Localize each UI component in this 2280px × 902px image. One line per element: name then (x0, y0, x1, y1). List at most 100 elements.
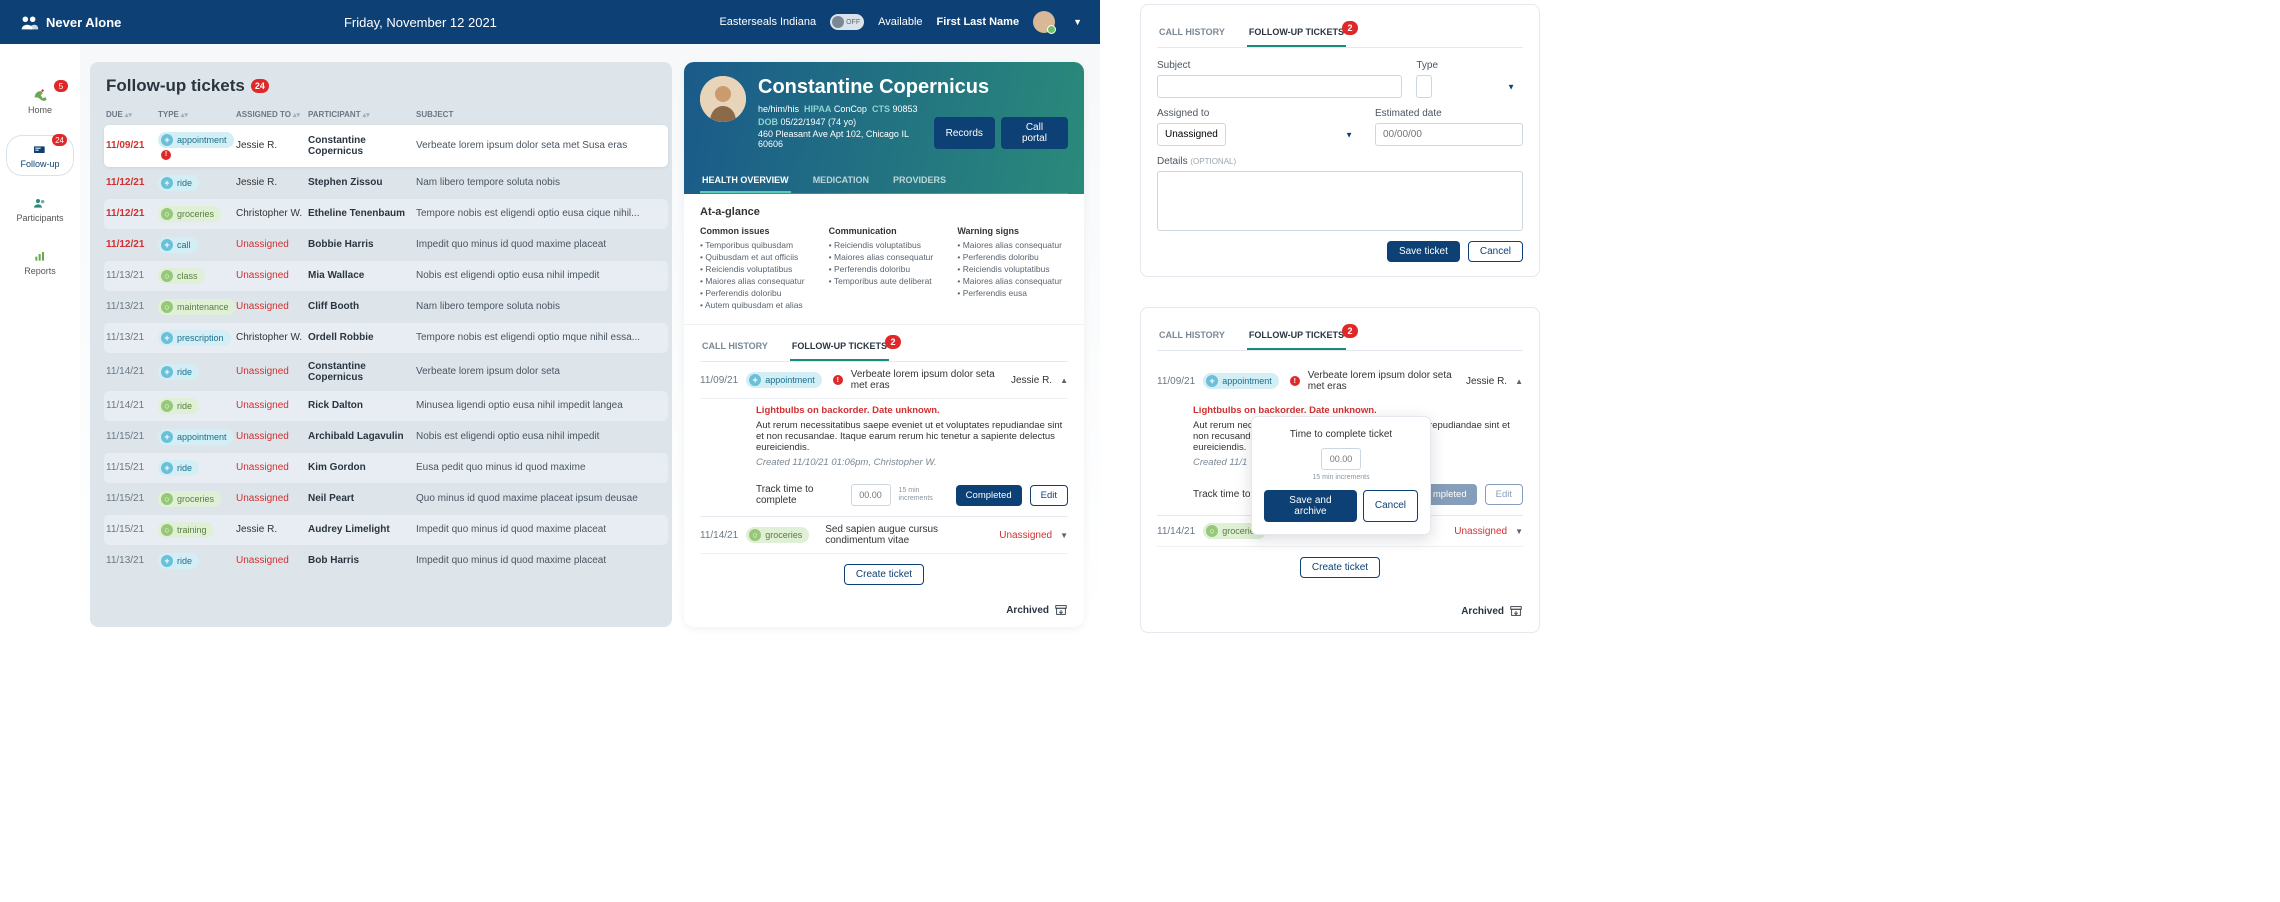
row-participant: Ordell Robbie (308, 332, 416, 343)
tab-health-overview[interactable]: HEALTH OVERVIEW (700, 169, 791, 193)
row-subject: Nam libero tempore soluta nobis (416, 177, 658, 188)
row-date: 11/09/21 (106, 140, 158, 151)
row-subject: Impedit quo minus id quod maxime placeat (416, 555, 658, 566)
ticket-date: 11/14/21 (700, 530, 738, 541)
nav-home[interactable]: Home 5 (6, 82, 74, 121)
table-row[interactable]: 11/15/21○groceriesUnassignedNeil PeartQu… (104, 484, 668, 514)
assigned-select[interactable]: Unassigned (1157, 123, 1226, 146)
type-chip: ○training (158, 522, 214, 538)
ticket-assigned: Unassigned (999, 530, 1052, 541)
ticket-row[interactable]: 11/09/21 +appointment ! Verbeate lorem i… (1157, 363, 1523, 399)
tickets-panel: Follow-up tickets 24 DUE▴▾ TYPE▴▾ ASSIGN… (90, 62, 672, 627)
subtab-call-history[interactable]: CALL HISTORY (700, 333, 770, 361)
ticket-subject: Sed sapien augue cursus condimentum vita… (817, 524, 991, 546)
assigned-label: Assigned to (1157, 108, 1361, 119)
nav-followup[interactable]: Follow-up 24 (6, 135, 74, 176)
edit-button[interactable]: Edit (1030, 485, 1068, 506)
nav-followup-label: Follow-up (20, 159, 59, 169)
sidebar: Home 5 Follow-up 24 Participants Reports (0, 44, 80, 627)
subject-input[interactable] (1157, 75, 1402, 98)
tab-medication[interactable]: MEDICATION (811, 169, 871, 193)
save-ticket-button[interactable]: Save ticket (1387, 241, 1460, 262)
collapse-icon[interactable]: ▲ (1060, 376, 1068, 385)
row-date: 11/15/21 (106, 431, 158, 442)
table-row[interactable]: 11/13/21○maintenanceUnassignedCliff Boot… (104, 292, 668, 322)
popup-cancel-button[interactable]: Cancel (1363, 490, 1418, 522)
nav-reports-label: Reports (24, 266, 56, 276)
ticket-detail: Lightbulbs on backorder. Date unknown. A… (700, 399, 1068, 478)
table-row[interactable]: 11/12/21+callUnassignedBobbie HarrisImpe… (104, 230, 668, 260)
cancel-button[interactable]: Cancel (1468, 241, 1523, 262)
common-issues: Common issuesTemporibus quibusdamQuibusd… (700, 226, 811, 312)
detail-panel: Constantine Copernicus he/him/his HIPAA … (684, 62, 1084, 627)
table-body: 11/09/21+appointment!Jessie R.Constantin… (104, 125, 668, 577)
estimated-date-input[interactable] (1375, 123, 1523, 146)
type-chip: +ride (158, 364, 199, 380)
nav-participants[interactable]: Participants (6, 190, 74, 229)
row-assigned: Christopher W. (236, 208, 308, 219)
chart-icon (32, 249, 48, 263)
availability-toggle[interactable]: OFF (830, 14, 864, 30)
save-archive-button[interactable]: Save and archive (1264, 490, 1357, 522)
collapse-icon[interactable]: ▲ (1515, 377, 1523, 386)
sort-icon[interactable]: ▴▾ (363, 112, 370, 119)
row-assigned: Unassigned (236, 400, 308, 411)
call-portal-button[interactable]: Call portal (1001, 117, 1068, 149)
create-ticket-button[interactable]: Create ticket (844, 564, 924, 585)
table-row[interactable]: 11/14/21○rideUnassignedRick DaltonMinuse… (104, 391, 668, 421)
user-avatar[interactable] (1033, 11, 1055, 33)
expand-icon[interactable]: ▼ (1060, 531, 1068, 540)
table-row[interactable]: 11/13/21○classUnassignedMia WallaceNobis… (104, 261, 668, 291)
row-subject: Nam libero tempore soluta nobis (416, 301, 658, 312)
table-row[interactable]: 11/15/21+rideUnassignedKim GordonEusa pe… (104, 453, 668, 483)
popup-time-input[interactable] (1321, 448, 1361, 470)
ticket-row[interactable]: 11/14/21 ○groceries Sed sapien augue cur… (700, 517, 1068, 554)
row-date: 11/12/21 (106, 239, 158, 250)
row-assigned: Unassigned (236, 431, 308, 442)
people-icon (32, 196, 48, 210)
table-row[interactable]: 11/13/21+rideUnassignedBob HarrisImpedit… (104, 546, 668, 576)
alert-icon: ! (833, 375, 843, 385)
popup-tab-call-history[interactable]: CALL HISTORY (1157, 322, 1227, 350)
track-label: Track time to complete (756, 484, 843, 506)
archived-link[interactable]: Archived (684, 595, 1084, 627)
popup-tab-followup[interactable]: FOLLOW-UP TICKETS2 (1247, 322, 1346, 350)
details-textarea[interactable] (1157, 171, 1523, 231)
form-tab-call-history[interactable]: CALL HISTORY (1157, 19, 1227, 47)
details-label: Details (OPTIONAL) (1157, 156, 1523, 167)
completed-button[interactable]: Completed (956, 485, 1022, 506)
popup-title: Time to complete ticket (1264, 429, 1418, 440)
sort-icon[interactable]: ▴▾ (181, 112, 188, 119)
user-menu-chevron-icon[interactable]: ▼ (1073, 17, 1082, 27)
ticket-row[interactable]: 11/09/21 +appointment ! Verbeate lorem i… (700, 362, 1068, 399)
row-participant: Cliff Booth (308, 301, 416, 312)
type-chip: +appointment (158, 429, 234, 445)
archived-link[interactable]: Archived (1157, 588, 1523, 618)
create-ticket-button[interactable]: Create ticket (1300, 557, 1380, 578)
org-name: Easterseals Indiana (719, 16, 816, 28)
table-row[interactable]: 11/15/21○trainingJessie R.Audrey Limelig… (104, 515, 668, 545)
table-row[interactable]: 11/13/21+prescriptionChristopher W.Ordel… (104, 323, 668, 353)
table-row[interactable]: 11/12/21○groceriesChristopher W.Etheline… (104, 199, 668, 229)
tab-providers[interactable]: PROVIDERS (891, 169, 948, 193)
sort-icon[interactable]: ▴▾ (125, 112, 132, 119)
type-label: Type (1416, 60, 1523, 71)
form-tab-followup[interactable]: FOLLOW-UP TICKETS2 (1247, 19, 1346, 47)
time-input[interactable] (851, 484, 891, 506)
table-row[interactable]: 11/15/21+appointmentUnassignedArchibald … (104, 422, 668, 452)
sort-icon[interactable]: ▴▾ (293, 112, 300, 119)
panel-title: Follow-up tickets 24 (104, 76, 668, 96)
row-assigned: Unassigned (236, 493, 308, 504)
table-row[interactable]: 11/14/21+rideUnassignedConstantine Coper… (104, 354, 668, 390)
table-row[interactable]: 11/09/21+appointment!Jessie R.Constantin… (104, 125, 668, 167)
expand-icon[interactable]: ▼ (1515, 527, 1523, 536)
participant-avatar (700, 76, 746, 122)
records-button[interactable]: Records (934, 117, 995, 149)
subtab-followup-tickets[interactable]: FOLLOW-UP TICKETS2 (790, 333, 889, 361)
brand: Never Alone (18, 11, 121, 33)
nav-reports[interactable]: Reports (6, 243, 74, 282)
type-select[interactable] (1416, 75, 1432, 98)
table-row[interactable]: 11/12/21+rideJessie R.Stephen ZissouNam … (104, 168, 668, 198)
type-chip: ○groceries (158, 491, 221, 507)
row-subject: Quo minus id quod maxime placeat ipsum d… (416, 493, 658, 504)
